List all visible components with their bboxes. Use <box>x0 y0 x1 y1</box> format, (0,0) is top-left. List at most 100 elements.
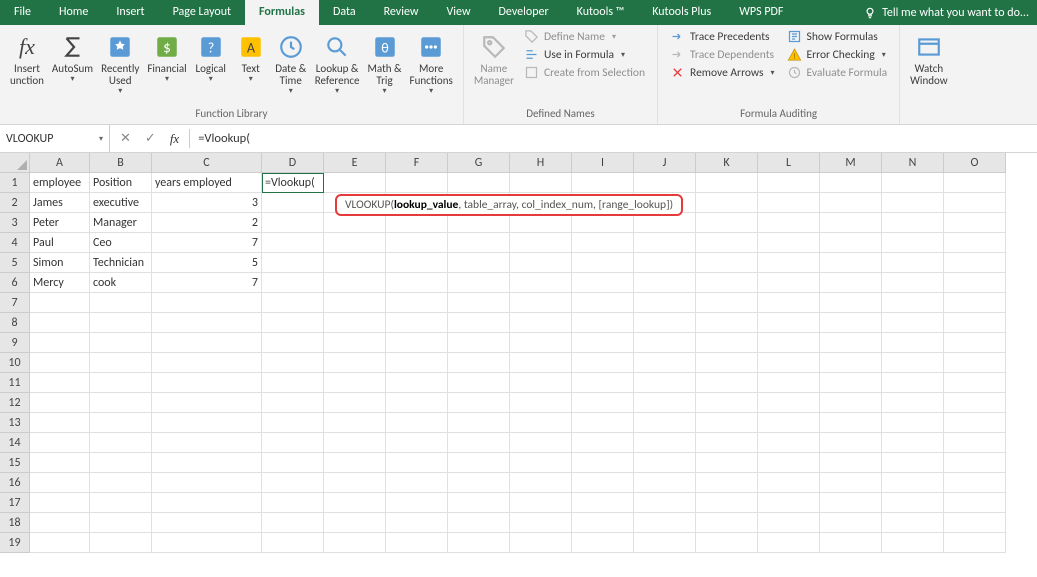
cell-K13[interactable] <box>696 413 758 433</box>
cell-A17[interactable] <box>30 493 90 513</box>
cell-M1[interactable] <box>820 173 882 193</box>
cell-B16[interactable] <box>90 473 152 493</box>
cell-J17[interactable] <box>634 493 696 513</box>
row-header-15[interactable]: 15 <box>0 453 30 473</box>
logical-button[interactable]: ? Logical▾ <box>191 27 231 84</box>
cell-C6[interactable]: 7 <box>152 273 262 293</box>
cell-L19[interactable] <box>758 533 820 553</box>
cell-O16[interactable] <box>944 473 1006 493</box>
cell-N3[interactable] <box>882 213 944 233</box>
cell-B15[interactable] <box>90 453 152 473</box>
cell-C16[interactable] <box>152 473 262 493</box>
cell-J8[interactable] <box>634 313 696 333</box>
cell-O17[interactable] <box>944 493 1006 513</box>
cell-A3[interactable]: Peter <box>30 213 90 233</box>
cell-K18[interactable] <box>696 513 758 533</box>
cell-M3[interactable] <box>820 213 882 233</box>
cell-B2[interactable]: executive <box>90 193 152 213</box>
column-header-L[interactable]: L <box>758 153 820 173</box>
cell-E17[interactable] <box>324 493 386 513</box>
function-tooltip[interactable]: VLOOKUP(lookup_value, table_array, col_i… <box>335 194 683 216</box>
cell-N7[interactable] <box>882 293 944 313</box>
tab-kutools[interactable]: Kutools ™ <box>563 0 639 25</box>
formula-input[interactable]: =Vlookup( <box>190 131 1037 146</box>
cell-M6[interactable] <box>820 273 882 293</box>
cell-N11[interactable] <box>882 373 944 393</box>
cell-L7[interactable] <box>758 293 820 313</box>
cell-L15[interactable] <box>758 453 820 473</box>
cell-J12[interactable] <box>634 393 696 413</box>
name-box[interactable]: VLOOKUP ▾ <box>0 125 110 152</box>
more-functions-button[interactable]: More Functions▾ <box>406 27 457 96</box>
cell-B18[interactable] <box>90 513 152 533</box>
cell-E11[interactable] <box>324 373 386 393</box>
cell-K4[interactable] <box>696 233 758 253</box>
cell-G15[interactable] <box>448 453 510 473</box>
cell-F13[interactable] <box>386 413 448 433</box>
tab-file[interactable]: File <box>0 0 45 25</box>
column-header-N[interactable]: N <box>882 153 944 173</box>
cell-D12[interactable] <box>262 393 324 413</box>
cell-D19[interactable] <box>262 533 324 553</box>
cell-L3[interactable] <box>758 213 820 233</box>
cell-I7[interactable] <box>572 293 634 313</box>
cell-F18[interactable] <box>386 513 448 533</box>
cell-O14[interactable] <box>944 433 1006 453</box>
cell-O19[interactable] <box>944 533 1006 553</box>
cell-K15[interactable] <box>696 453 758 473</box>
cell-N19[interactable] <box>882 533 944 553</box>
cell-G9[interactable] <box>448 333 510 353</box>
cell-J13[interactable] <box>634 413 696 433</box>
tab-home[interactable]: Home <box>45 0 102 25</box>
cell-F14[interactable] <box>386 433 448 453</box>
cell-N10[interactable] <box>882 353 944 373</box>
cell-F7[interactable] <box>386 293 448 313</box>
cell-I15[interactable] <box>572 453 634 473</box>
cell-B4[interactable]: Ceo <box>90 233 152 253</box>
cell-G18[interactable] <box>448 513 510 533</box>
cell-E7[interactable] <box>324 293 386 313</box>
cell-J11[interactable] <box>634 373 696 393</box>
lookup-reference-button[interactable]: Lookup & Reference▾ <box>311 27 364 96</box>
cell-C8[interactable] <box>152 313 262 333</box>
cell-G1[interactable] <box>448 173 510 193</box>
cell-H12[interactable] <box>510 393 572 413</box>
cell-C19[interactable] <box>152 533 262 553</box>
cell-D15[interactable] <box>262 453 324 473</box>
column-header-C[interactable]: C <box>152 153 262 173</box>
cell-E9[interactable] <box>324 333 386 353</box>
cell-J15[interactable] <box>634 453 696 473</box>
cell-H13[interactable] <box>510 413 572 433</box>
cell-N6[interactable] <box>882 273 944 293</box>
row-header-12[interactable]: 12 <box>0 393 30 413</box>
cell-E19[interactable] <box>324 533 386 553</box>
cell-O3[interactable] <box>944 213 1006 233</box>
row-header-9[interactable]: 9 <box>0 333 30 353</box>
cell-C9[interactable] <box>152 333 262 353</box>
cell-G7[interactable] <box>448 293 510 313</box>
cell-E15[interactable] <box>324 453 386 473</box>
cell-O2[interactable] <box>944 193 1006 213</box>
cell-E10[interactable] <box>324 353 386 373</box>
row-header-13[interactable]: 13 <box>0 413 30 433</box>
column-header-I[interactable]: I <box>572 153 634 173</box>
cell-I8[interactable] <box>572 313 634 333</box>
cell-C14[interactable] <box>152 433 262 453</box>
cell-B1[interactable]: Position <box>90 173 152 193</box>
cell-K6[interactable] <box>696 273 758 293</box>
cell-A2[interactable]: James <box>30 193 90 213</box>
cell-N15[interactable] <box>882 453 944 473</box>
cell-O6[interactable] <box>944 273 1006 293</box>
cell-N9[interactable] <box>882 333 944 353</box>
cell-F9[interactable] <box>386 333 448 353</box>
cell-H6[interactable] <box>510 273 572 293</box>
cell-I4[interactable] <box>572 233 634 253</box>
cell-N2[interactable] <box>882 193 944 213</box>
cell-E4[interactable] <box>324 233 386 253</box>
cell-E14[interactable] <box>324 433 386 453</box>
tell-me-search[interactable]: Tell me what you want to do... <box>863 6 1037 20</box>
cell-C18[interactable] <box>152 513 262 533</box>
cell-B7[interactable] <box>90 293 152 313</box>
row-header-3[interactable]: 3 <box>0 213 30 233</box>
cell-J3[interactable] <box>634 213 696 233</box>
